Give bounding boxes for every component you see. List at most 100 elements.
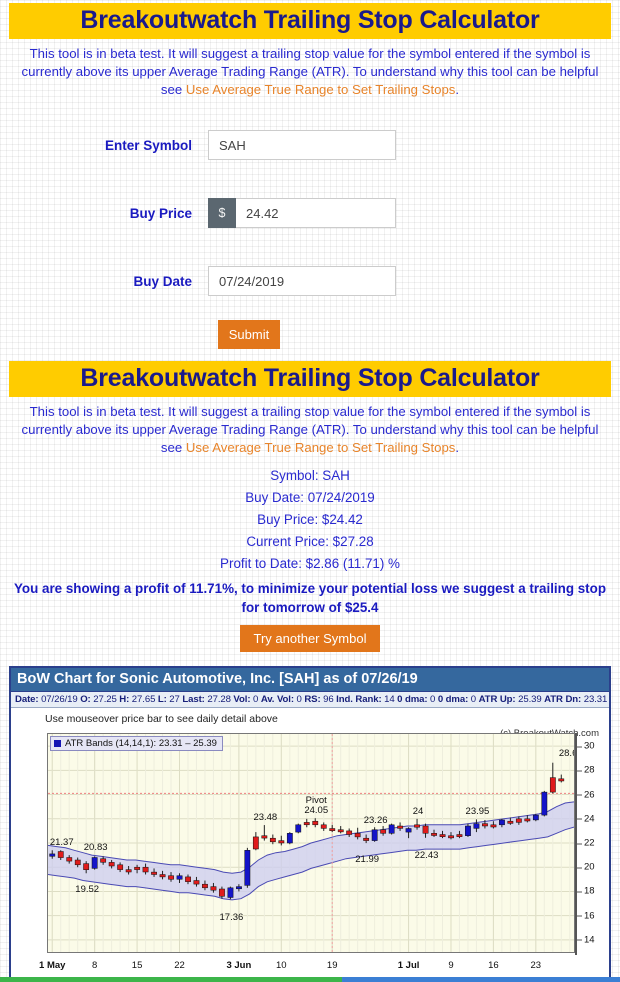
intro-paragraph-top: This tool is in beta test. It will sugge… <box>9 39 611 105</box>
candlestick-svg <box>48 734 574 952</box>
result-buy-date: Buy Date: 07/24/2019 <box>245 490 375 505</box>
result-symbol: Symbol: SAH <box>270 468 350 483</box>
y-axis-tick: 18 <box>577 886 595 897</box>
chart-price-annotation: 20.83 <box>83 842 108 854</box>
chart-legend-label: ATR Bands (14,14,1): 23.31 – 25.39 <box>65 738 217 749</box>
buy-price-field-wrap: $ 24.42 <box>208 198 396 228</box>
intro-paragraph-results: This tool is in beta test. It will sugge… <box>9 397 611 463</box>
chart-stat-label: Date: <box>15 694 42 705</box>
y-axis-tick: 20 <box>577 862 595 873</box>
chart-price-annotation: 24.05 <box>304 805 329 817</box>
chart-stat-label: H: <box>119 694 132 705</box>
chart-stat-label: Vol: <box>233 694 253 705</box>
try-another-symbol-button[interactable]: Try another Symbol <box>240 625 380 652</box>
chart-legend: ATR Bands (14,14,1): 23.31 – 25.39 <box>50 736 223 751</box>
buy-price-input[interactable]: 24.42 <box>236 198 396 228</box>
trailing-stop-form: Enter Symbol SAH Buy Price $ 24.42 Buy D… <box>0 105 620 361</box>
form-row-buy-price: Buy Price $ 24.42 <box>0 179 620 247</box>
atr-article-link-results[interactable]: Use Average True Range to Set Trailing S… <box>186 440 456 455</box>
chart-price-annotation: 21.37 <box>49 836 74 848</box>
results-panel: Symbol: SAH Buy Date: 07/24/2019 Buy Pri… <box>0 463 620 662</box>
x-axis-tick: 19 <box>326 960 338 971</box>
chart-stats-bar: Date: 07/26/19 O: 27.25 H: 27.65 L: 27 L… <box>11 692 609 708</box>
chart-x-axis: 1 May 8 15 22 3 Jun 10 19 1 Jul 9 16 23 <box>39 956 575 974</box>
chart-stat-value: 96 <box>323 694 337 705</box>
x-axis-tick: 16 <box>488 960 499 971</box>
chart-stat-value: 27 <box>169 694 183 705</box>
chart-stat-value: 0 <box>430 694 438 705</box>
chart-stat-value: 27.25 <box>93 694 120 705</box>
result-current-price: Current Price: $27.28 <box>246 534 374 549</box>
buy-date-field-wrap: 07/24/2019 <box>208 266 396 296</box>
symbol-label: Enter Symbol <box>104 137 192 153</box>
form-row-buy-date: Buy Date 07/24/2019 <box>0 247 620 315</box>
page-root: Breakoutwatch Trailing Stop Calculator T… <box>0 3 620 982</box>
x-axis-tick: 9 <box>448 960 454 971</box>
page-title-banner-results: Breakoutwatch Trailing Stop Calculator <box>9 361 611 397</box>
x-axis-tick: 3 Jun <box>226 960 252 971</box>
symbol-field-wrap: SAH <box>208 130 396 160</box>
x-axis-tick: 1 May <box>39 960 66 971</box>
x-axis-tick: 8 <box>92 960 98 971</box>
chart-price-annotation: 22.43 <box>414 849 439 861</box>
try-again-row: Try another Symbol <box>0 617 620 658</box>
y-axis-tick: 22 <box>577 838 595 849</box>
buy-price-label: Buy Price <box>129 205 192 221</box>
x-axis-tick: 10 <box>276 960 287 971</box>
chart-stat-value: 0 <box>470 694 479 705</box>
buy-date-input[interactable]: 07/24/2019 <box>208 266 396 296</box>
result-recommendation: You are showing a profit of 11.71%, to m… <box>13 581 606 615</box>
chart-price-annotation: 23.26 <box>363 814 388 826</box>
chart-price-annotation: 17.36 <box>219 912 244 924</box>
chart-stat-value: 0 <box>253 694 261 705</box>
x-axis-tick: 22 <box>174 960 185 971</box>
chart-stat-label: Av. Vol: <box>260 694 297 705</box>
chart-y-axis: 30 28 26 24 22 20 18 16 14 <box>575 733 615 955</box>
chart-stat-label: O: <box>80 694 94 705</box>
chart-hint-text: Use mouseover price bar to see daily det… <box>45 713 278 725</box>
chart-stat-value: 25.39 <box>518 694 545 705</box>
chart-stat-label: Last: <box>182 694 208 705</box>
chart-stat-value: 27.65 <box>131 694 158 705</box>
chart-stat-value: 23.31 <box>583 694 608 705</box>
chart-price-annotation: 23.95 <box>465 806 490 818</box>
chart-stat-label: 0 dma: <box>437 694 471 705</box>
footer-progress-fill <box>0 977 342 982</box>
x-axis-tick: 1 Jul <box>397 960 420 971</box>
result-buy-price: Buy Price: $24.42 <box>257 512 363 527</box>
y-axis-tick: 16 <box>577 910 595 921</box>
x-axis-tick: 15 <box>131 960 143 971</box>
chart-stat-value: 14 <box>384 694 398 705</box>
chart-price-annotation: 21.99 <box>355 854 380 866</box>
chart-stat-label: 0 dma: <box>397 694 431 705</box>
chart-title: BoW Chart for Sonic Automotive, Inc. [SA… <box>11 668 609 692</box>
chart-stat-value: 07/26/19 <box>41 694 81 705</box>
chart-plot-area[interactable]: ATR Bands (14,14,1): 23.31 – 25.39 21.37… <box>47 733 575 953</box>
form-row-symbol: Enter Symbol SAH <box>0 111 620 179</box>
atr-bands-swatch-icon <box>54 740 61 747</box>
buy-date-label: Buy Date <box>133 273 192 289</box>
dollar-sign-icon: $ <box>208 198 236 228</box>
intro-text-after-results: . <box>455 440 460 455</box>
chart-stat-label: ATR Dn: <box>544 694 584 705</box>
y-axis-tick: 24 <box>577 813 595 824</box>
result-profit-to-date: Profit to Date: $2.86 (11.71) % <box>220 556 400 571</box>
chart-price-annotation: 28.63 <box>558 747 574 759</box>
chart-price-annotation: 23.48 <box>253 812 278 824</box>
x-axis-tick: 23 <box>530 960 542 971</box>
page-title-banner-top: Breakoutwatch Trailing Stop Calculator <box>9 3 611 39</box>
chart-stat-label: RS: <box>304 694 324 705</box>
footer-progress-bar <box>0 977 620 982</box>
y-axis-tick: 26 <box>577 789 595 800</box>
y-axis-tick: 28 <box>577 765 595 776</box>
chart-stat-label: Ind. Rank: <box>336 694 385 705</box>
intro-text-after: . <box>455 82 460 97</box>
chart-price-annotation: 24 <box>412 805 424 817</box>
chart-price-annotation: 19.52 <box>75 884 100 896</box>
chart-stat-value: 27.28 <box>207 694 234 705</box>
submit-button[interactable]: Submit <box>218 319 280 349</box>
symbol-input[interactable]: SAH <box>208 130 396 160</box>
stock-chart-panel: BoW Chart for Sonic Automotive, Inc. [SA… <box>9 666 611 982</box>
chart-body: Use mouseover price bar to see daily det… <box>11 708 609 980</box>
atr-article-link-top[interactable]: Use Average True Range to Set Trailing S… <box>186 82 456 97</box>
